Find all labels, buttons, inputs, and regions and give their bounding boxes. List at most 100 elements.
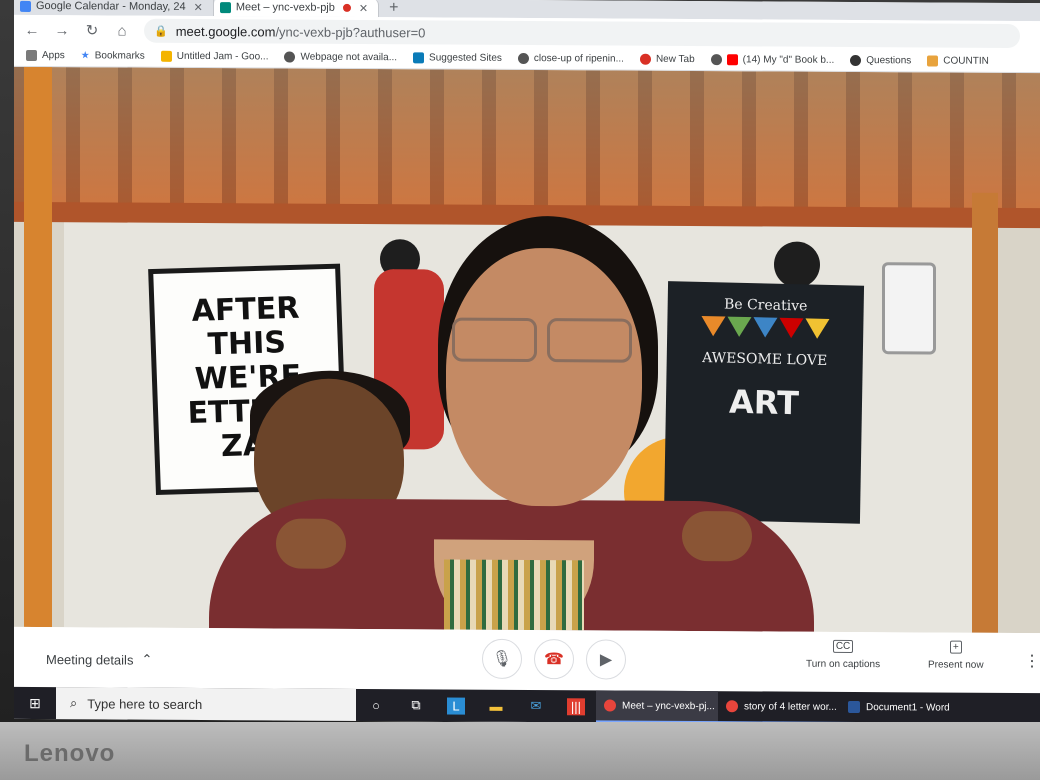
tab-meet[interactable]: Meet – ync-vexb-pjb ✕ (213, 0, 380, 18)
task-view-icon[interactable]: ⧉ (396, 697, 436, 713)
bunting (667, 315, 863, 340)
bookmark-label: Bookmarks (94, 50, 145, 62)
chalk-word: LOVE (786, 351, 828, 369)
globe-icon (710, 54, 722, 66)
taskbar-app-label: Document1 - Word (866, 701, 950, 714)
word-icon (848, 700, 860, 714)
meet-icon (219, 1, 231, 13)
camera-icon: ▶ (599, 651, 613, 669)
bookmark-jam[interactable]: Untitled Jam - Goo... (160, 50, 268, 62)
chevron-up-icon: ⌃ (141, 651, 153, 667)
bed-post (972, 192, 998, 633)
bookmark-label: Webpage not availa... (300, 51, 398, 64)
bookmark-apps[interactable]: Apps (26, 49, 65, 62)
woman-face (446, 247, 642, 507)
file-explorer-icon[interactable]: ▬ (476, 698, 516, 713)
reload-icon[interactable]: ↻ (84, 21, 100, 39)
glasses (452, 317, 632, 363)
meeting-details-label: Meeting details (46, 651, 134, 668)
mail-icon[interactable]: ✉ (516, 698, 556, 714)
bookmark-youtube[interactable]: (14) My "d" Book b... (710, 54, 835, 66)
captions-button[interactable]: CC Turn on captions (806, 639, 881, 671)
windows-taskbar: ⊞ ⌕ Type here to search ○ ⧉ L ▬ ✉ ||| Me… (14, 686, 1040, 726)
chalk-word: AWESOME (702, 349, 783, 368)
taskbar-app-label: Meet – ync-vexb-pj... (622, 700, 715, 712)
bunk-bed-slats (14, 66, 1040, 219)
poster-line: THIS (207, 325, 287, 363)
screen: Google Calendar - Monday, 24 ✕ Meet – yn… (14, 0, 1040, 726)
url-path: /ync-vexb-pjb?authuser=0 (275, 23, 426, 40)
captions-label: Turn on captions (806, 658, 881, 671)
chalk-text: AWESOME LOVE (667, 349, 863, 370)
url-text: meet.google.com/ync-vexb-pjb?authuser=0 (176, 23, 426, 40)
bookmark-label: COUNTIN (943, 55, 989, 67)
tab-title: Google Calendar - Monday, 24 (36, 0, 186, 13)
new-tab-button[interactable]: + (379, 0, 408, 17)
jamboard-icon (160, 50, 172, 62)
close-tab-icon[interactable]: ✕ (359, 1, 368, 14)
back-icon[interactable]: ← (24, 21, 40, 38)
brand-logo: Lenovo (24, 740, 116, 767)
star-icon: ★ (80, 50, 90, 62)
bookmark-counting[interactable]: COUNTIN (927, 55, 989, 67)
calendar-icon (20, 0, 31, 12)
child-hand (276, 518, 346, 569)
taskbar-search[interactable]: ⌕ Type here to search (56, 687, 356, 721)
windows-start-icon[interactable]: ⊞ (14, 694, 56, 711)
meeting-details-button[interactable]: Meeting details ⌃ (46, 651, 152, 668)
search-placeholder: Type here to search (87, 695, 203, 712)
bookmark-label: New Tab (655, 53, 695, 66)
cortana-icon[interactable]: ○ (356, 697, 396, 713)
questions-icon (850, 54, 862, 67)
url-host: meet.google.com (175, 23, 276, 39)
taskbar-app-label: story of 4 letter wor... (744, 700, 837, 713)
video-feed: AFTER THIS WE'RE ETTING ZA! Be Creative … (14, 66, 1040, 634)
present-icon: + (949, 640, 962, 654)
tab-title: Meet – ync-vexb-pjb (235, 1, 335, 14)
tab-calendar[interactable]: Google Calendar - Monday, 24 ✕ (14, 0, 214, 17)
meet-control-bar: Meeting details ⌃ 🎙 ☎ ▶ CC Turn on capti… (14, 626, 1040, 694)
globe-icon (284, 51, 296, 63)
bing-icon (413, 52, 425, 64)
bookmark-webpage[interactable]: Webpage not availa... (284, 51, 398, 64)
bed-post (24, 66, 52, 628)
bookmark-label: Suggested Sites (429, 52, 502, 64)
bookmark-label: (14) My "d" Book b... (742, 54, 835, 66)
new-tab-icon (639, 53, 651, 65)
chrome-icon (726, 700, 738, 713)
bookmark-icon (927, 55, 939, 67)
launcher-l-icon[interactable]: L (436, 697, 476, 715)
captions-icon: CC (832, 639, 854, 653)
bookmark-label: Questions (866, 55, 912, 67)
camera-button[interactable]: ▶ (586, 639, 626, 680)
end-call-button[interactable]: ☎ (534, 639, 574, 680)
kurta-trim (444, 559, 584, 634)
chalk-text: ART (728, 382, 800, 423)
address-bar[interactable]: 🔒 meet.google.com/ync-vexb-pjb?authuser=… (144, 18, 1020, 49)
hang-up-icon: ☎ (544, 651, 564, 669)
search-icon: ⌕ (70, 695, 78, 711)
globe-icon (517, 52, 529, 65)
forward-icon[interactable]: → (54, 22, 70, 39)
chalkboard: Be Creative AWESOME LOVE ART (663, 281, 865, 524)
bookmark-closeup[interactable]: close-up of ripenin... (517, 52, 624, 65)
close-tab-icon[interactable]: ✕ (194, 0, 203, 13)
bookmark-newtab[interactable]: New Tab (639, 53, 695, 66)
microphone-button[interactable]: 🎙 (482, 638, 522, 679)
apps-grid-icon (26, 49, 37, 62)
bookmark-bookmarks[interactable]: ★ Bookmarks (81, 50, 145, 61)
present-now-button[interactable]: + Present now (928, 640, 984, 671)
bookmark-label: Apps (42, 50, 65, 62)
taskbar-app-meet[interactable]: Meet – ync-vexb-pj... (596, 690, 718, 724)
present-label: Present now (928, 659, 984, 671)
lantern (882, 262, 936, 355)
app-red-icon[interactable]: ||| (556, 697, 596, 715)
taskbar-app-word[interactable]: Document1 - Word (840, 691, 962, 725)
taskbar-app-story[interactable]: story of 4 letter wor... (718, 691, 840, 724)
more-options-icon[interactable]: ⋮ (1024, 651, 1040, 671)
bookmark-questions[interactable]: Questions (850, 54, 912, 67)
bookmark-suggested[interactable]: Suggested Sites (413, 52, 502, 64)
home-icon[interactable]: ⌂ (114, 22, 130, 39)
laptop-bezel-bottom (0, 722, 1040, 780)
youtube-icon (726, 54, 738, 66)
